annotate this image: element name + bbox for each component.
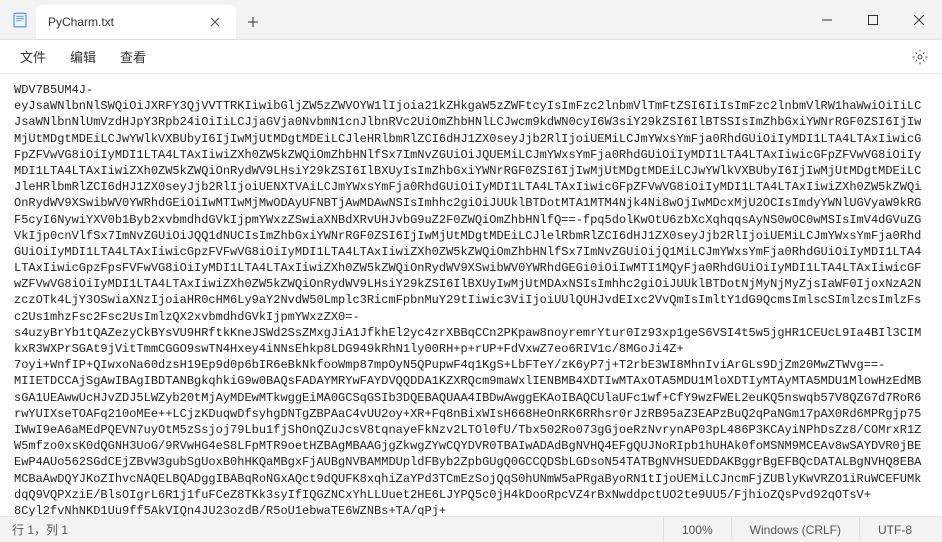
new-tab-button[interactable] — [236, 5, 270, 39]
status-line-ending[interactable]: Windows (CRLF) — [731, 517, 859, 542]
status-position[interactable]: 行 1，列 1 — [12, 521, 663, 538]
menu-view[interactable]: 查看 — [108, 43, 158, 70]
tab-close-button[interactable] — [206, 13, 224, 31]
settings-button[interactable] — [906, 43, 934, 71]
app-icon — [0, 0, 32, 39]
status-zoom[interactable]: 100% — [663, 517, 731, 542]
menu-edit[interactable]: 编辑 — [58, 43, 108, 70]
status-encoding[interactable]: UTF-8 — [859, 517, 930, 542]
close-button[interactable] — [896, 0, 942, 40]
tab-container: PyCharm.txt — [36, 0, 270, 39]
minimize-button[interactable] — [804, 0, 850, 40]
menu-bar: 文件 编辑 查看 — [0, 40, 942, 74]
editor-content[interactable]: WDV7B5UM4J- eyJsaWNlbnNlSWQiOiJXRFY3QjVV… — [0, 74, 942, 516]
tab-title: PyCharm.txt — [48, 15, 198, 29]
window-controls — [804, 0, 942, 39]
title-bar: PyCharm.txt — [0, 0, 942, 40]
status-bar: 行 1，列 1 100% Windows (CRLF) UTF-8 — [0, 516, 942, 542]
menu-file[interactable]: 文件 — [8, 43, 58, 70]
maximize-button[interactable] — [850, 0, 896, 40]
tab-active[interactable]: PyCharm.txt — [36, 5, 236, 39]
